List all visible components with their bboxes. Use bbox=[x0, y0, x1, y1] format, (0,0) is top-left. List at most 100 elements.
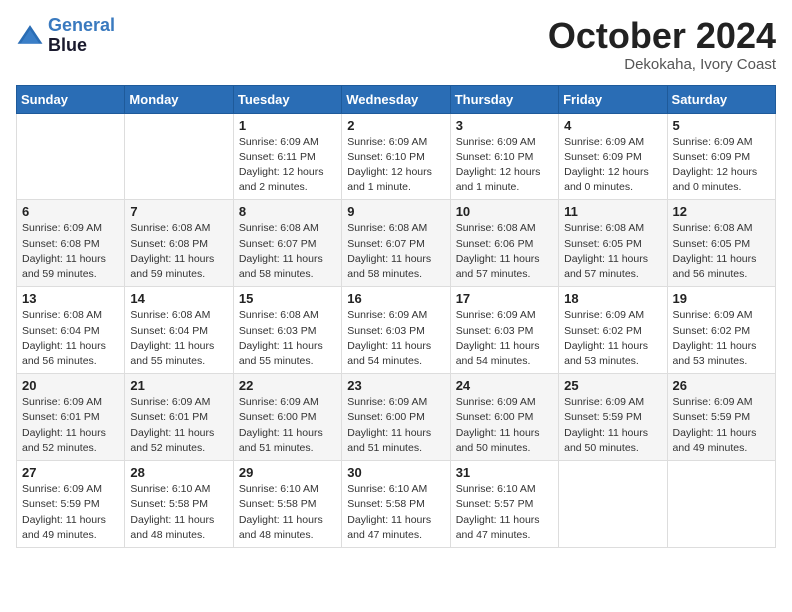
calendar-cell: 28 Sunrise: 6:10 AM Sunset: 5:58 PM Dayli… bbox=[125, 461, 233, 548]
calendar-cell bbox=[125, 113, 233, 200]
calendar-cell bbox=[17, 113, 125, 200]
day-info: Sunrise: 6:09 AM Sunset: 5:59 PM Dayligh… bbox=[673, 395, 770, 456]
calendar-header-row: SundayMondayTuesdayWednesdayThursdayFrid… bbox=[17, 85, 776, 113]
calendar-cell: 14 Sunrise: 6:08 AM Sunset: 6:04 PM Dayli… bbox=[125, 287, 233, 374]
day-number: 4 bbox=[564, 118, 661, 133]
day-number: 29 bbox=[239, 465, 336, 480]
weekday-header: Sunday bbox=[17, 85, 125, 113]
day-number: 22 bbox=[239, 378, 336, 393]
day-number: 20 bbox=[22, 378, 119, 393]
day-info: Sunrise: 6:10 AM Sunset: 5:58 PM Dayligh… bbox=[239, 482, 336, 543]
day-info: Sunrise: 6:09 AM Sunset: 6:10 PM Dayligh… bbox=[347, 135, 444, 196]
day-number: 13 bbox=[22, 291, 119, 306]
location-title: Dekokaha, Ivory Coast bbox=[548, 56, 776, 73]
calendar-cell: 8 Sunrise: 6:08 AM Sunset: 6:07 PM Daylig… bbox=[233, 200, 341, 287]
calendar-cell: 17 Sunrise: 6:09 AM Sunset: 6:03 PM Dayli… bbox=[450, 287, 558, 374]
calendar-cell bbox=[559, 461, 667, 548]
day-info: Sunrise: 6:09 AM Sunset: 6:10 PM Dayligh… bbox=[456, 135, 553, 196]
day-info: Sunrise: 6:09 AM Sunset: 5:59 PM Dayligh… bbox=[564, 395, 661, 456]
calendar-cell: 2 Sunrise: 6:09 AM Sunset: 6:10 PM Daylig… bbox=[342, 113, 450, 200]
day-info: Sunrise: 6:09 AM Sunset: 6:03 PM Dayligh… bbox=[456, 308, 553, 369]
calendar-cell: 18 Sunrise: 6:09 AM Sunset: 6:02 PM Dayli… bbox=[559, 287, 667, 374]
day-number: 26 bbox=[673, 378, 770, 393]
day-number: 18 bbox=[564, 291, 661, 306]
day-info: Sunrise: 6:09 AM Sunset: 5:59 PM Dayligh… bbox=[22, 482, 119, 543]
day-info: Sunrise: 6:08 AM Sunset: 6:08 PM Dayligh… bbox=[130, 221, 227, 282]
day-info: Sunrise: 6:08 AM Sunset: 6:07 PM Dayligh… bbox=[347, 221, 444, 282]
logo-icon bbox=[16, 22, 44, 50]
calendar-cell: 11Sunrise: 6:08 AM Sunset: 6:05 PM Dayli… bbox=[559, 200, 667, 287]
day-number: 10 bbox=[456, 204, 553, 219]
day-info: Sunrise: 6:10 AM Sunset: 5:57 PM Dayligh… bbox=[456, 482, 553, 543]
calendar-cell: 3Sunrise: 6:09 AM Sunset: 6:10 PM Daylig… bbox=[450, 113, 558, 200]
day-info: Sunrise: 6:09 AM Sunset: 6:00 PM Dayligh… bbox=[239, 395, 336, 456]
calendar-cell: 26 Sunrise: 6:09 AM Sunset: 5:59 PM Dayli… bbox=[667, 374, 775, 461]
calendar-cell: 13 Sunrise: 6:08 AM Sunset: 6:04 PM Dayli… bbox=[17, 287, 125, 374]
calendar-cell: 24 Sunrise: 6:09 AM Sunset: 6:00 PM Dayli… bbox=[450, 374, 558, 461]
day-number: 28 bbox=[130, 465, 227, 480]
day-info: Sunrise: 6:09 AM Sunset: 6:09 PM Dayligh… bbox=[564, 135, 661, 196]
day-info: Sunrise: 6:10 AM Sunset: 5:58 PM Dayligh… bbox=[130, 482, 227, 543]
day-number: 21 bbox=[130, 378, 227, 393]
calendar-cell: 12 Sunrise: 6:08 AM Sunset: 6:05 PM Dayli… bbox=[667, 200, 775, 287]
day-info: Sunrise: 6:09 AM Sunset: 6:01 PM Dayligh… bbox=[22, 395, 119, 456]
day-number: 11 bbox=[564, 204, 661, 219]
calendar-cell: 31 Sunrise: 6:10 AM Sunset: 5:57 PM Dayli… bbox=[450, 461, 558, 548]
day-number: 15 bbox=[239, 291, 336, 306]
day-number: 6 bbox=[22, 204, 119, 219]
day-number: 14 bbox=[130, 291, 227, 306]
day-info: Sunrise: 6:09 AM Sunset: 6:02 PM Dayligh… bbox=[673, 308, 770, 369]
month-title: October 2024 bbox=[548, 16, 776, 56]
calendar-cell: 19 Sunrise: 6:09 AM Sunset: 6:02 PM Dayli… bbox=[667, 287, 775, 374]
day-info: Sunrise: 6:09 AM Sunset: 6:00 PM Dayligh… bbox=[456, 395, 553, 456]
weekday-header: Saturday bbox=[667, 85, 775, 113]
day-info: Sunrise: 6:09 AM Sunset: 6:08 PM Dayligh… bbox=[22, 221, 119, 282]
day-info: Sunrise: 6:09 AM Sunset: 6:01 PM Dayligh… bbox=[130, 395, 227, 456]
day-number: 25 bbox=[564, 378, 661, 393]
day-info: Sunrise: 6:08 AM Sunset: 6:05 PM Dayligh… bbox=[673, 221, 770, 282]
day-info: Sunrise: 6:09 AM Sunset: 6:02 PM Dayligh… bbox=[564, 308, 661, 369]
calendar-cell: 20 Sunrise: 6:09 AM Sunset: 6:01 PM Dayli… bbox=[17, 374, 125, 461]
day-info: Sunrise: 6:09 AM Sunset: 6:03 PM Dayligh… bbox=[347, 308, 444, 369]
day-number: 17 bbox=[456, 291, 553, 306]
day-number: 24 bbox=[456, 378, 553, 393]
day-number: 31 bbox=[456, 465, 553, 480]
calendar-cell: 30Sunrise: 6:10 AM Sunset: 5:58 PM Dayli… bbox=[342, 461, 450, 548]
calendar-week-row: 13 Sunrise: 6:08 AM Sunset: 6:04 PM Dayli… bbox=[17, 287, 776, 374]
weekday-header: Wednesday bbox=[342, 85, 450, 113]
day-number: 30 bbox=[347, 465, 444, 480]
weekday-header: Thursday bbox=[450, 85, 558, 113]
calendar-table: SundayMondayTuesdayWednesdayThursdayFrid… bbox=[16, 85, 776, 548]
calendar-cell: 10Sunrise: 6:08 AM Sunset: 6:06 PM Dayli… bbox=[450, 200, 558, 287]
day-info: Sunrise: 6:09 AM Sunset: 6:11 PM Dayligh… bbox=[239, 135, 336, 196]
calendar-cell: 1 Sunrise: 6:09 AM Sunset: 6:11 PM Daylig… bbox=[233, 113, 341, 200]
day-number: 7 bbox=[130, 204, 227, 219]
calendar-cell: 27Sunrise: 6:09 AM Sunset: 5:59 PM Dayli… bbox=[17, 461, 125, 548]
day-number: 8 bbox=[239, 204, 336, 219]
day-info: Sunrise: 6:08 AM Sunset: 6:04 PM Dayligh… bbox=[130, 308, 227, 369]
calendar-cell: 7 Sunrise: 6:08 AM Sunset: 6:08 PM Daylig… bbox=[125, 200, 233, 287]
calendar-week-row: 1 Sunrise: 6:09 AM Sunset: 6:11 PM Daylig… bbox=[17, 113, 776, 200]
calendar-cell: 6 Sunrise: 6:09 AM Sunset: 6:08 PM Daylig… bbox=[17, 200, 125, 287]
calendar-cell: 15 Sunrise: 6:08 AM Sunset: 6:03 PM Dayli… bbox=[233, 287, 341, 374]
day-number: 5 bbox=[673, 118, 770, 133]
day-number: 2 bbox=[347, 118, 444, 133]
calendar-cell: 29 Sunrise: 6:10 AM Sunset: 5:58 PM Dayli… bbox=[233, 461, 341, 548]
day-info: Sunrise: 6:09 AM Sunset: 6:09 PM Dayligh… bbox=[673, 135, 770, 196]
day-number: 19 bbox=[673, 291, 770, 306]
weekday-header: Monday bbox=[125, 85, 233, 113]
logo: General Blue bbox=[16, 16, 115, 56]
calendar-week-row: 27Sunrise: 6:09 AM Sunset: 5:59 PM Dayli… bbox=[17, 461, 776, 548]
day-number: 12 bbox=[673, 204, 770, 219]
day-info: Sunrise: 6:08 AM Sunset: 6:07 PM Dayligh… bbox=[239, 221, 336, 282]
calendar-cell: 22 Sunrise: 6:09 AM Sunset: 6:00 PM Dayli… bbox=[233, 374, 341, 461]
weekday-header: Tuesday bbox=[233, 85, 341, 113]
weekday-header: Friday bbox=[559, 85, 667, 113]
calendar-week-row: 20 Sunrise: 6:09 AM Sunset: 6:01 PM Dayli… bbox=[17, 374, 776, 461]
calendar-cell: 9 Sunrise: 6:08 AM Sunset: 6:07 PM Daylig… bbox=[342, 200, 450, 287]
day-number: 1 bbox=[239, 118, 336, 133]
day-info: Sunrise: 6:08 AM Sunset: 6:03 PM Dayligh… bbox=[239, 308, 336, 369]
day-number: 9 bbox=[347, 204, 444, 219]
day-info: Sunrise: 6:08 AM Sunset: 6:04 PM Dayligh… bbox=[22, 308, 119, 369]
calendar-cell: 4 Sunrise: 6:09 AM Sunset: 6:09 PM Daylig… bbox=[559, 113, 667, 200]
